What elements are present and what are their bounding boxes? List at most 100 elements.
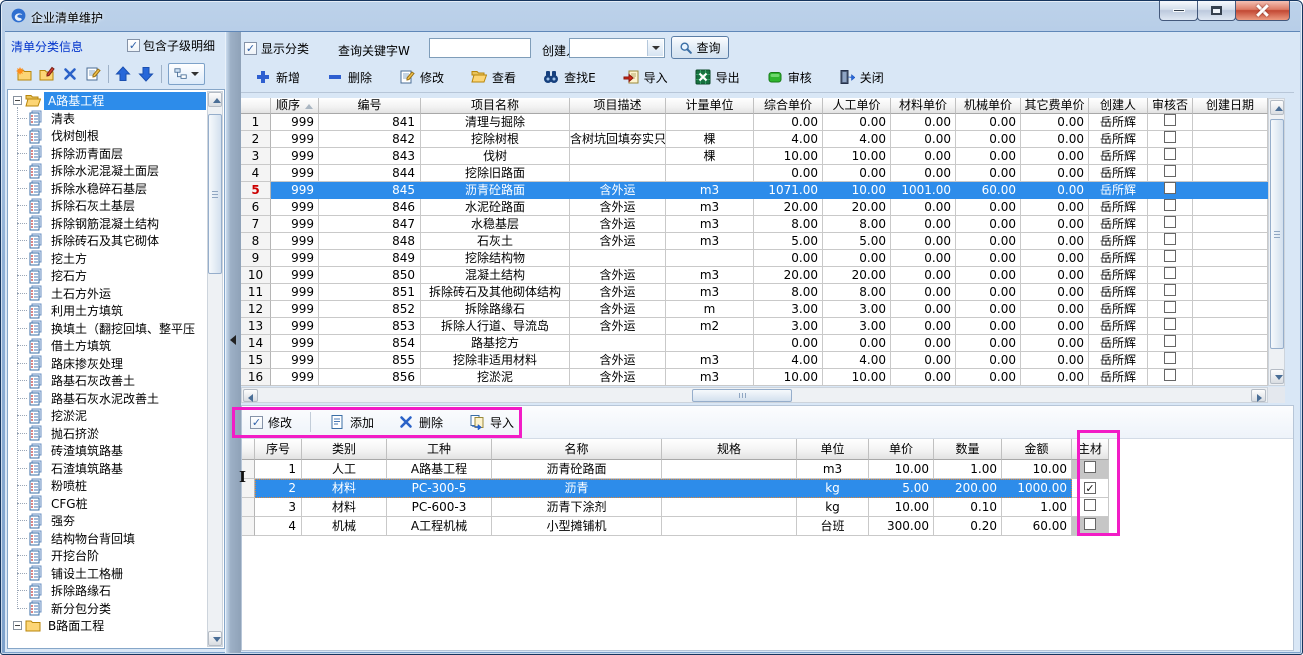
cell-name[interactable]: 石灰土	[421, 233, 570, 250]
cell-desc[interactable]	[570, 165, 666, 182]
cell-price-labor[interactable]: 20.00	[823, 199, 891, 216]
tree-item[interactable]: 拆除石灰土基层	[9, 197, 206, 215]
row-number-cell[interactable]: 1	[241, 114, 271, 131]
cell-desc[interactable]	[570, 335, 666, 352]
cell-code[interactable]: 843	[319, 148, 421, 165]
cell-price-labor[interactable]: 20.00	[823, 267, 891, 284]
tree-item[interactable]: 铺设土工格栅	[9, 565, 206, 583]
cell-audit[interactable]	[1148, 114, 1193, 131]
table-row[interactable]: 1 999 841 清理与掘除 0.00 0.00 0.00 0.00 0.00…	[241, 114, 1268, 131]
cell-price-total[interactable]: 3.00	[754, 318, 823, 335]
audit-checkbox[interactable]	[1164, 131, 1176, 143]
tree-scrollbar[interactable]	[207, 91, 223, 647]
cell-unit[interactable]	[666, 165, 754, 182]
cell-name[interactable]: 挖除旧路面	[421, 165, 570, 182]
cell-price-other[interactable]: 0.00	[1021, 267, 1089, 284]
cell-unit[interactable]: kg	[797, 498, 869, 517]
cell-date[interactable]	[1193, 369, 1268, 386]
cell-desc[interactable]: 含外运	[570, 216, 666, 233]
cell-price-total[interactable]: 4.00	[754, 352, 823, 369]
cell-price-labor[interactable]: 8.00	[823, 216, 891, 233]
cell-creator[interactable]: 岳所辉	[1089, 131, 1148, 148]
scroll-down-button[interactable]	[208, 631, 222, 646]
cell-price-material[interactable]: 1001.00	[891, 182, 956, 199]
cell-price-labor[interactable]: 4.00	[823, 131, 891, 148]
cell-desc[interactable]: 含外运	[570, 182, 666, 199]
scroll-right-button[interactable]	[1251, 389, 1266, 402]
column-header[interactable]: 金额	[1002, 439, 1072, 460]
column-header[interactable]: 机械单价	[956, 98, 1021, 114]
tree-item[interactable]: 挖石方	[9, 267, 206, 285]
cell-code[interactable]: 841	[319, 114, 421, 131]
cell-name[interactable]: 挖淤泥	[421, 369, 570, 386]
tree-item[interactable]: 结构物台背回填	[9, 530, 206, 548]
main-horizontal-scrollbar[interactable]	[241, 387, 1268, 403]
column-header[interactable]: 审核否	[1148, 98, 1193, 114]
column-header[interactable]: 数量	[934, 439, 1002, 460]
add-button[interactable]: 新增	[255, 69, 300, 86]
detail-delete-button[interactable]: 删除	[398, 414, 443, 431]
row-number-cell[interactable]: 13	[241, 318, 271, 335]
cell-price-machine[interactable]: 0.00	[956, 352, 1021, 369]
show-category-checkbox[interactable]	[244, 42, 257, 55]
cell-name[interactable]: 水泥砼路面	[421, 199, 570, 216]
row-number-cell[interactable]: 7	[241, 216, 271, 233]
audit-button[interactable]: 审核	[767, 69, 812, 86]
cell-price-machine[interactable]: 0.00	[956, 199, 1021, 216]
audit-checkbox[interactable]	[1164, 216, 1176, 228]
tree-item[interactable]: 路基石灰改善土	[9, 372, 206, 390]
cell-seq[interactable]: 999	[271, 233, 319, 250]
cell-unit[interactable]: m3	[666, 284, 754, 301]
column-header[interactable]: 顺序	[271, 98, 319, 114]
cell-desc[interactable]: 含外运	[570, 301, 666, 318]
cell-creator[interactable]: 岳所辉	[1089, 199, 1148, 216]
tree-item[interactable]: 利用土方填筑	[9, 302, 206, 320]
cell-name[interactable]: 路基挖方	[421, 335, 570, 352]
cell-price-material[interactable]: 0.00	[891, 148, 956, 165]
cell-date[interactable]	[1193, 250, 1268, 267]
cell-seq[interactable]: 999	[271, 148, 319, 165]
tree-item[interactable]: 路基石灰水泥改善土	[9, 390, 206, 408]
audit-checkbox[interactable]	[1164, 165, 1176, 177]
cell-spec[interactable]	[662, 517, 797, 536]
cell-unit[interactable]: m3	[666, 233, 754, 250]
cell-price-machine[interactable]: 0.00	[956, 284, 1021, 301]
cell-date[interactable]	[1193, 335, 1268, 352]
cell-price[interactable]: 10.00	[869, 460, 934, 479]
cell-category[interactable]: 机械	[302, 517, 387, 536]
table-row[interactable]: 12 999 852 拆除路缘石 含外运 m 3.00 3.00 0.00 0.…	[241, 301, 1268, 318]
row-selector-cell[interactable]	[242, 498, 255, 517]
cell-unit[interactable]: 棵	[666, 148, 754, 165]
cell-unit[interactable]	[666, 114, 754, 131]
cell-code[interactable]: 854	[319, 335, 421, 352]
cell-price-other[interactable]: 0.00	[1021, 114, 1089, 131]
cell-price-other[interactable]: 0.00	[1021, 335, 1089, 352]
find-button[interactable]: 查找E	[543, 69, 596, 86]
cell-price-other[interactable]: 0.00	[1021, 233, 1089, 250]
new-category-folder-icon[interactable]	[16, 66, 32, 82]
cell-audit[interactable]	[1148, 318, 1193, 335]
close-button[interactable]	[1235, 1, 1290, 21]
cell-audit[interactable]	[1148, 199, 1193, 216]
detail-import-button[interactable]: 导入	[469, 414, 514, 431]
table-row[interactable]: 9 999 849 挖除结构物 0.00 0.00 0.00 0.00 0.00…	[241, 250, 1268, 267]
cell-code[interactable]: 853	[319, 318, 421, 335]
table-row[interactable]: 16 999 856 挖淤泥 含外运 m3 10.00 10.00 0.00 0…	[241, 369, 1268, 386]
cell-desc[interactable]	[570, 148, 666, 165]
panel-splitter[interactable]	[225, 32, 241, 653]
cell-unit[interactable]: 台班	[797, 517, 869, 536]
collapse-box-icon[interactable]	[13, 621, 22, 630]
cell-name[interactable]: 小型摊铺机	[492, 517, 662, 536]
cell-price-labor[interactable]: 0.00	[823, 335, 891, 352]
cell-price-machine[interactable]: 60.00	[956, 182, 1021, 199]
cell-date[interactable]	[1193, 233, 1268, 250]
cell-seq[interactable]: 999	[271, 250, 319, 267]
table-row[interactable]: 6 999 846 水泥砼路面 含外运 m3 20.00 20.00 0.00 …	[241, 199, 1268, 216]
cell-creator[interactable]: 岳所辉	[1089, 114, 1148, 131]
cell-audit[interactable]	[1148, 352, 1193, 369]
cell-seq[interactable]: 999	[271, 335, 319, 352]
cell-creator[interactable]: 岳所辉	[1089, 335, 1148, 352]
table-row[interactable]: 4 999 844 挖除旧路面 0.00 0.00 0.00 0.00 0.00…	[241, 165, 1268, 182]
cell-date[interactable]	[1193, 301, 1268, 318]
cell-price-machine[interactable]: 0.00	[956, 250, 1021, 267]
